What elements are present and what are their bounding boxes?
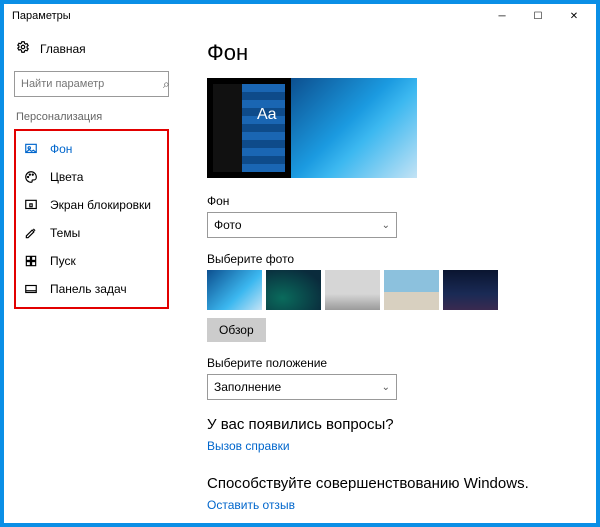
palette-icon — [24, 170, 38, 184]
close-button[interactable]: ✕ — [556, 4, 592, 28]
sidebar-item-label: Цвета — [50, 170, 83, 184]
sidebar-item-lockscreen[interactable]: Экран блокировки — [16, 191, 167, 219]
minimize-button[interactable]: ─ — [484, 4, 520, 28]
preview-start: Aa — [207, 78, 291, 178]
home-label: Главная — [40, 42, 86, 56]
sidebar-item-background[interactable]: Фон — [16, 135, 167, 163]
photo-thumb-3[interactable] — [325, 270, 380, 310]
preview-sample-text: Aa — [257, 106, 277, 124]
sidebar-item-label: Пуск — [50, 254, 76, 268]
picture-icon — [24, 142, 38, 156]
home-nav[interactable]: Главная — [14, 36, 169, 61]
background-preview: Aa — [207, 78, 417, 178]
background-label: Фон — [207, 194, 576, 208]
search-icon: ⌕ — [163, 77, 170, 92]
sidebar-item-label: Темы — [50, 226, 80, 240]
help-link[interactable]: Вызов справки — [207, 439, 290, 453]
feedback-link[interactable]: Оставить отзыв — [207, 498, 295, 512]
taskbar-icon — [24, 282, 38, 296]
choose-photo-label: Выберите фото — [207, 252, 576, 266]
background-select[interactable]: Фото ⌄ — [207, 212, 397, 238]
sidebar-item-start[interactable]: Пуск — [16, 247, 167, 275]
chevron-down-icon: ⌄ — [382, 220, 390, 231]
photo-thumb-1[interactable] — [207, 270, 262, 310]
search-input[interactable] — [21, 78, 163, 90]
main-panel: Фон Aa Фон Фото ⌄ Выберите фото Обзор Вы… — [179, 28, 596, 523]
titlebar: Параметры ─ ☐ ✕ — [4, 4, 596, 28]
photo-thumb-4[interactable] — [384, 270, 439, 310]
sidebar-item-taskbar[interactable]: Панель задач — [16, 275, 167, 303]
help-title: У вас появились вопросы? — [207, 416, 576, 433]
fit-select-value: Заполнение — [214, 380, 281, 394]
start-icon — [24, 254, 38, 268]
sidebar-item-label: Панель задач — [50, 282, 127, 296]
sidebar-item-themes[interactable]: Темы — [16, 219, 167, 247]
maximize-button[interactable]: ☐ — [520, 4, 556, 28]
content: Главная ⌕ Персонализация Фон Цвета Экран… — [4, 28, 596, 523]
lock-screen-icon — [24, 198, 38, 212]
chevron-down-icon: ⌄ — [382, 382, 390, 393]
preview-wallpaper — [291, 78, 417, 178]
fit-select[interactable]: Заполнение ⌄ — [207, 374, 397, 400]
section-label: Персонализация — [14, 111, 169, 123]
photo-thumb-5[interactable] — [443, 270, 498, 310]
fit-label: Выберите положение — [207, 356, 576, 370]
sidebar-item-label: Экран блокировки — [50, 198, 151, 212]
photo-thumbnails — [207, 270, 576, 310]
gear-icon — [16, 40, 30, 57]
brush-icon — [24, 226, 38, 240]
background-select-value: Фото — [214, 218, 242, 232]
search-box[interactable]: ⌕ — [14, 71, 169, 97]
sidebar: Главная ⌕ Персонализация Фон Цвета Экран… — [4, 28, 179, 523]
window-title: Параметры — [12, 10, 484, 22]
browse-button[interactable]: Обзор — [207, 318, 266, 342]
sidebar-item-label: Фон — [50, 142, 72, 156]
page-title: Фон — [207, 40, 576, 66]
sidebar-item-colors[interactable]: Цвета — [16, 163, 167, 191]
photo-thumb-2[interactable] — [266, 270, 321, 310]
nav-highlight-box: Фон Цвета Экран блокировки Темы Пуск Пан… — [14, 129, 169, 309]
feedback-title: Способствуйте совершенствованию Windows. — [207, 475, 576, 492]
